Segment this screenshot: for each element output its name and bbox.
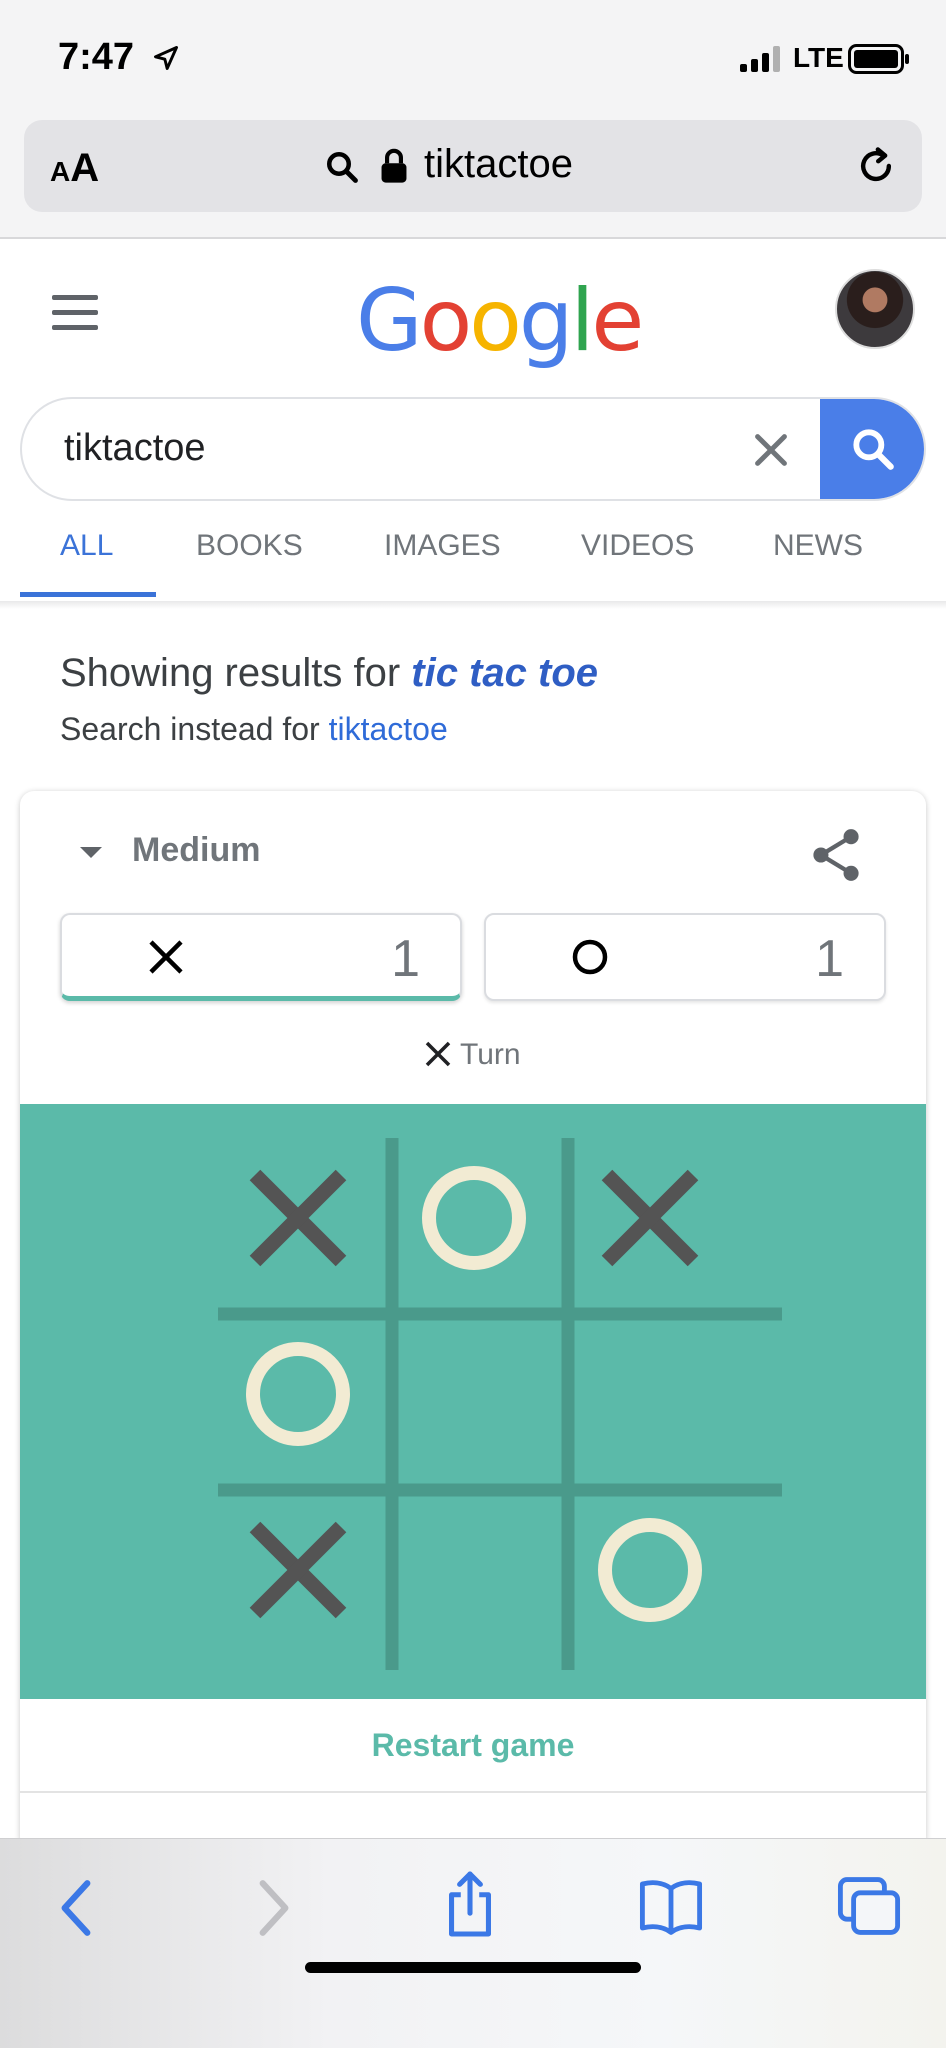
network-type: LTE [793, 42, 844, 73]
divider [0, 601, 946, 609]
location-arrow-icon [154, 46, 178, 70]
tab-videos[interactable]: VIDEOS [581, 529, 694, 563]
search-instead: Search instead for tiktactoe [60, 711, 448, 747]
tab-all[interactable]: ALL [60, 529, 113, 563]
divider [20, 1791, 926, 1793]
tabs-icon[interactable] [836, 1875, 902, 1937]
url-text[interactable]: tiktactoe [424, 142, 573, 187]
text-size-button[interactable]: AA [50, 146, 99, 191]
active-tab-indicator [20, 592, 156, 597]
home-indicator[interactable] [305, 1962, 641, 1973]
search-button[interactable] [820, 399, 924, 499]
tic-tac-toe-card: Medium 1 1 Turn Restart game [20, 791, 926, 1851]
logo-letter: o [419, 271, 473, 371]
game-board [20, 1104, 926, 1699]
search-input[interactable]: tiktactoe [64, 427, 664, 470]
score-value: 1 [815, 930, 844, 988]
search-icon [853, 429, 894, 470]
avatar[interactable] [835, 269, 915, 349]
status-time: 7:47 [58, 36, 135, 78]
browser-toolbar [0, 1838, 946, 2048]
battery-icon [848, 44, 909, 74]
close-icon[interactable] [748, 427, 794, 473]
restart-game-button[interactable]: Restart game [20, 1699, 926, 1791]
x-mark-icon [149, 940, 183, 974]
board-grid [216, 1138, 782, 1670]
corrected-query-link[interactable]: tic tac toe [411, 651, 598, 695]
board-cell[interactable] [392, 1490, 568, 1666]
address-bar[interactable]: AA tiktactoe [24, 120, 922, 212]
search-tabs: ALL BOOKS IMAGES VIDEOS NEWS [0, 529, 946, 601]
lock-icon [381, 148, 407, 183]
cellular-signal-icon [740, 46, 780, 72]
back-icon[interactable] [52, 1875, 102, 1941]
board-cell[interactable] [568, 1314, 744, 1490]
board-cell [568, 1490, 744, 1666]
tab-images[interactable]: IMAGES [384, 529, 501, 563]
score-value: 1 [391, 930, 420, 988]
board-cell [216, 1314, 392, 1490]
board-cell [392, 1138, 568, 1314]
google-results-page: Google tiktactoe ALL BOOKS IMAGES VIDEOS… [0, 239, 946, 1851]
spelling-correction: Showing results for tic tac toe [60, 651, 598, 695]
logo-letter: G [356, 271, 423, 371]
reload-icon[interactable] [854, 144, 898, 188]
player-x-score: 1 [60, 913, 462, 1001]
difficulty-select[interactable]: Medium [132, 831, 260, 870]
board-cell[interactable] [392, 1314, 568, 1490]
x-mark-icon [425, 1041, 451, 1067]
search-icon [327, 152, 358, 183]
bookmarks-icon[interactable] [638, 1877, 704, 1935]
dropdown-caret-icon[interactable] [80, 847, 102, 858]
player-o-score: 1 [484, 913, 886, 1001]
logo-letter: e [591, 271, 644, 371]
logo-letter: l [570, 271, 595, 371]
search-box: tiktactoe [20, 397, 926, 501]
turn-indicator: Turn [424, 1038, 521, 1072]
status-bar: 7:47 LTE [0, 0, 946, 115]
share-icon[interactable] [810, 827, 862, 883]
google-logo[interactable]: Google [356, 271, 644, 371]
logo-letter: o [469, 271, 522, 371]
original-query-link[interactable]: tiktactoe [329, 711, 448, 747]
tab-news[interactable]: NEWS [773, 529, 863, 563]
logo-letter: g [518, 271, 574, 371]
o-mark-icon [572, 939, 608, 975]
forward-icon[interactable] [248, 1875, 298, 1941]
tab-books[interactable]: BOOKS [196, 529, 303, 563]
share-icon[interactable] [440, 1869, 500, 1939]
menu-icon[interactable] [52, 295, 98, 331]
